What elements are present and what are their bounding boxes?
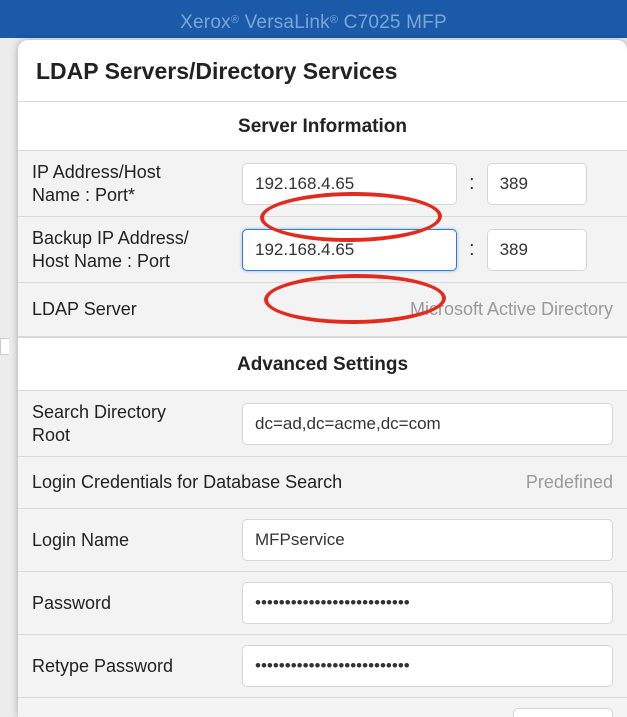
password-label: Password [32,592,242,615]
colon-separator: : [467,172,477,195]
modal-title: LDAP Servers/Directory Services [18,40,627,102]
backup-host-input[interactable]: 192.168.4.65 [242,229,457,271]
registered-icon: ® [330,14,338,26]
login-name-input[interactable]: MFPservice [242,519,613,561]
search-directory-root-row: Search Directory Root dc=ad,dc=acme,dc=c… [18,391,627,457]
ip-address-label: IP Address/Host Name : Port* [32,161,242,206]
login-credentials-row[interactable]: Login Credentials for Database Search Pr… [18,457,627,509]
backup-port-input[interactable]: 389 [487,229,587,271]
device-model: C7025 MFP [338,12,447,33]
ip-address-row: IP Address/Host Name : Port* 192.168.4.6… [18,151,627,217]
backup-ip-label: Backup IP Address/ Host Name : Port [32,227,242,272]
login-name-label: Login Name [32,529,242,552]
ldap-server-value: Microsoft Active Directory [410,299,613,320]
device-title: Xerox® VersaLink® C7025 MFP [0,0,627,34]
login-name-row: Login Name MFPservice [18,509,627,572]
backup-ip-row: Backup IP Address/ Host Name : Port 192.… [18,217,627,283]
search-root-input[interactable]: dc=ad,dc=acme,dc=com [242,403,613,445]
advanced-settings-header: Advanced Settings [18,337,627,391]
server-info-header: Server Information [18,102,627,151]
password-row: Password •••••••••••••••••••••••••• [18,572,627,635]
ip-port-input[interactable]: 389 [487,163,587,205]
device-brand: Xerox [180,12,231,33]
colon-separator: : [467,238,477,261]
max-results-input[interactable]: 100 [513,708,613,717]
login-credentials-value: Predefined [526,472,613,493]
device-series: VersaLink [239,12,330,33]
ldap-server-label: LDAP Server [32,298,410,321]
ldap-settings-modal: LDAP Servers/Directory Services Server I… [18,40,627,717]
search-root-label: Search Directory Root [32,401,242,446]
retype-password-input[interactable]: •••••••••••••••••••••••••• [242,645,613,687]
ldap-server-row[interactable]: LDAP Server Microsoft Active Directory [18,283,627,337]
backup-ip-inputs: 192.168.4.65 : 389 [242,229,587,271]
retype-password-label: Retype Password [32,655,242,678]
retype-password-row: Retype Password ••••••••••••••••••••••••… [18,635,627,698]
login-credentials-label: Login Credentials for Database Search [32,471,526,494]
ip-address-inputs: 192.168.4.65 : 389 [242,163,587,205]
max-results-row: Maximum Number of Search Results 5–100 1… [18,698,627,717]
ip-host-input[interactable]: 192.168.4.65 [242,163,457,205]
registered-icon: ® [231,14,239,26]
password-input[interactable]: •••••••••••••••••••••••••• [242,582,613,624]
